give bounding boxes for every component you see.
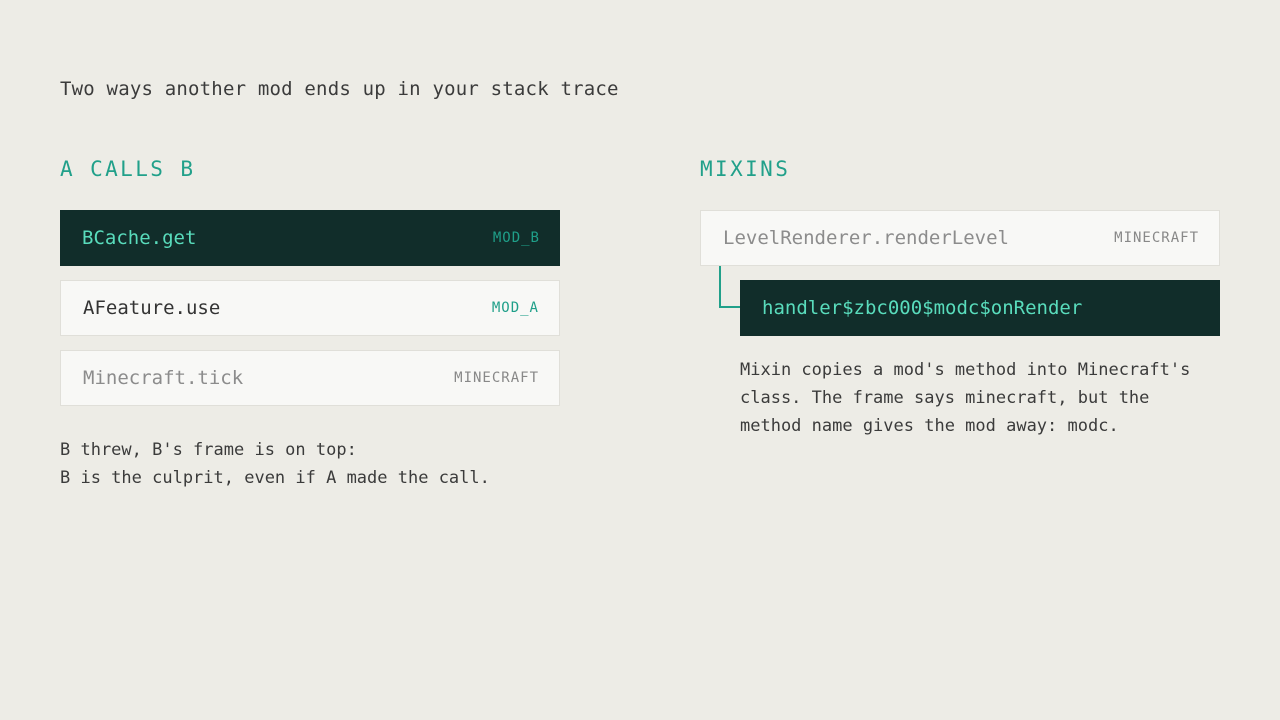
frame-mod-tag: MINECRAFT [1114,230,1199,246]
frame-method: handler$zbc000$modc$onRender [762,297,1083,319]
right-explanation-line: class. The frame says minecraft, but the [740,388,1150,408]
right-explanation-line: method name gives the mod away: modc. [740,416,1119,436]
page-title: Two ways another mod ends up in your sta… [60,78,619,100]
stack-frame-mixin-handler: handler$zbc000$modc$onRender [740,280,1220,336]
left-explanation: B threw, B's frame is on top: B is the c… [60,436,490,492]
frame-mod-tag: MOD_A [491,300,539,316]
frame-mod-tag: MINECRAFT [454,370,539,386]
frame-method: AFeature.use [83,297,221,319]
left-explanation-line: B threw, B's frame is on top: [60,440,357,460]
right-explanation-line: Mixin copies a mod's method into Minecra… [740,360,1191,380]
stack-frame-bottom: Minecraft.tick MINECRAFT [60,350,560,406]
frame-method: LevelRenderer.renderLevel [723,227,1009,249]
section-heading-a-calls-b: A CALLS B [60,157,196,181]
stack-frame-outer: LevelRenderer.renderLevel MINECRAFT [700,210,1220,266]
right-explanation: Mixin copies a mod's method into Minecra… [740,356,1190,440]
stack-frame-top: BCache.get MOD_B [60,210,560,266]
stack-frame-middle: AFeature.use MOD_A [60,280,560,336]
left-explanation-line: B is the culprit, even if A made the cal… [60,468,490,488]
mixin-connector-line [719,266,740,308]
frame-method: Minecraft.tick [83,367,244,389]
frame-method: BCache.get [82,227,197,249]
frame-mod-tag: MOD_B [492,230,540,246]
section-heading-mixins: MIXINS [700,157,791,181]
